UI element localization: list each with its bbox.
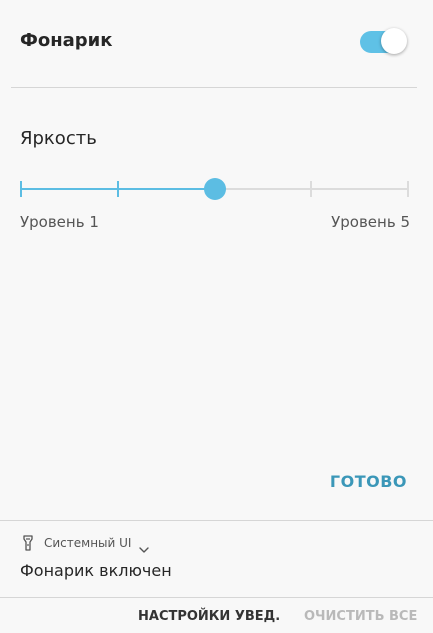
divider <box>11 87 417 88</box>
slider-tick <box>310 181 313 197</box>
notification-settings-button[interactable]: НАСТРОЙКИ УВЕД. <box>138 609 280 624</box>
flashlight-title: Фонарик <box>20 30 113 51</box>
notification-text: Фонарик включен <box>20 561 172 580</box>
slider-tick <box>116 181 119 197</box>
clear-all-button[interactable]: ОЧИСТИТЬ ВСЕ <box>304 609 417 624</box>
notification-card[interactable]: Системный UI Фонарик включен <box>0 521 433 597</box>
chevron-down-icon[interactable] <box>139 539 150 553</box>
brightness-label: Яркость <box>20 128 97 149</box>
slider-tick <box>407 181 409 197</box>
flashlight-icon <box>22 535 34 551</box>
slider-tick <box>20 181 22 197</box>
flashlight-toggle[interactable] <box>360 28 408 54</box>
level-min-label: Уровень 1 <box>20 213 99 231</box>
flashlight-row: Фонарик <box>0 0 433 86</box>
toggle-thumb <box>381 28 407 54</box>
slider-thumb[interactable] <box>203 178 226 200</box>
flashlight-panel: Фонарик Яркость Уровень 1 Уровень 5 ГОТО… <box>0 0 433 520</box>
brightness-slider[interactable] <box>10 172 420 206</box>
notification-header: Системный UI <box>22 535 150 553</box>
done-button[interactable]: ГОТОВО <box>330 472 407 491</box>
notification-actions-bar: НАСТРОЙКИ УВЕД. ОЧИСТИТЬ ВСЕ <box>0 598 433 633</box>
level-max-label: Уровень 5 <box>331 213 410 231</box>
notification-app-name: Системный UI <box>44 536 132 550</box>
